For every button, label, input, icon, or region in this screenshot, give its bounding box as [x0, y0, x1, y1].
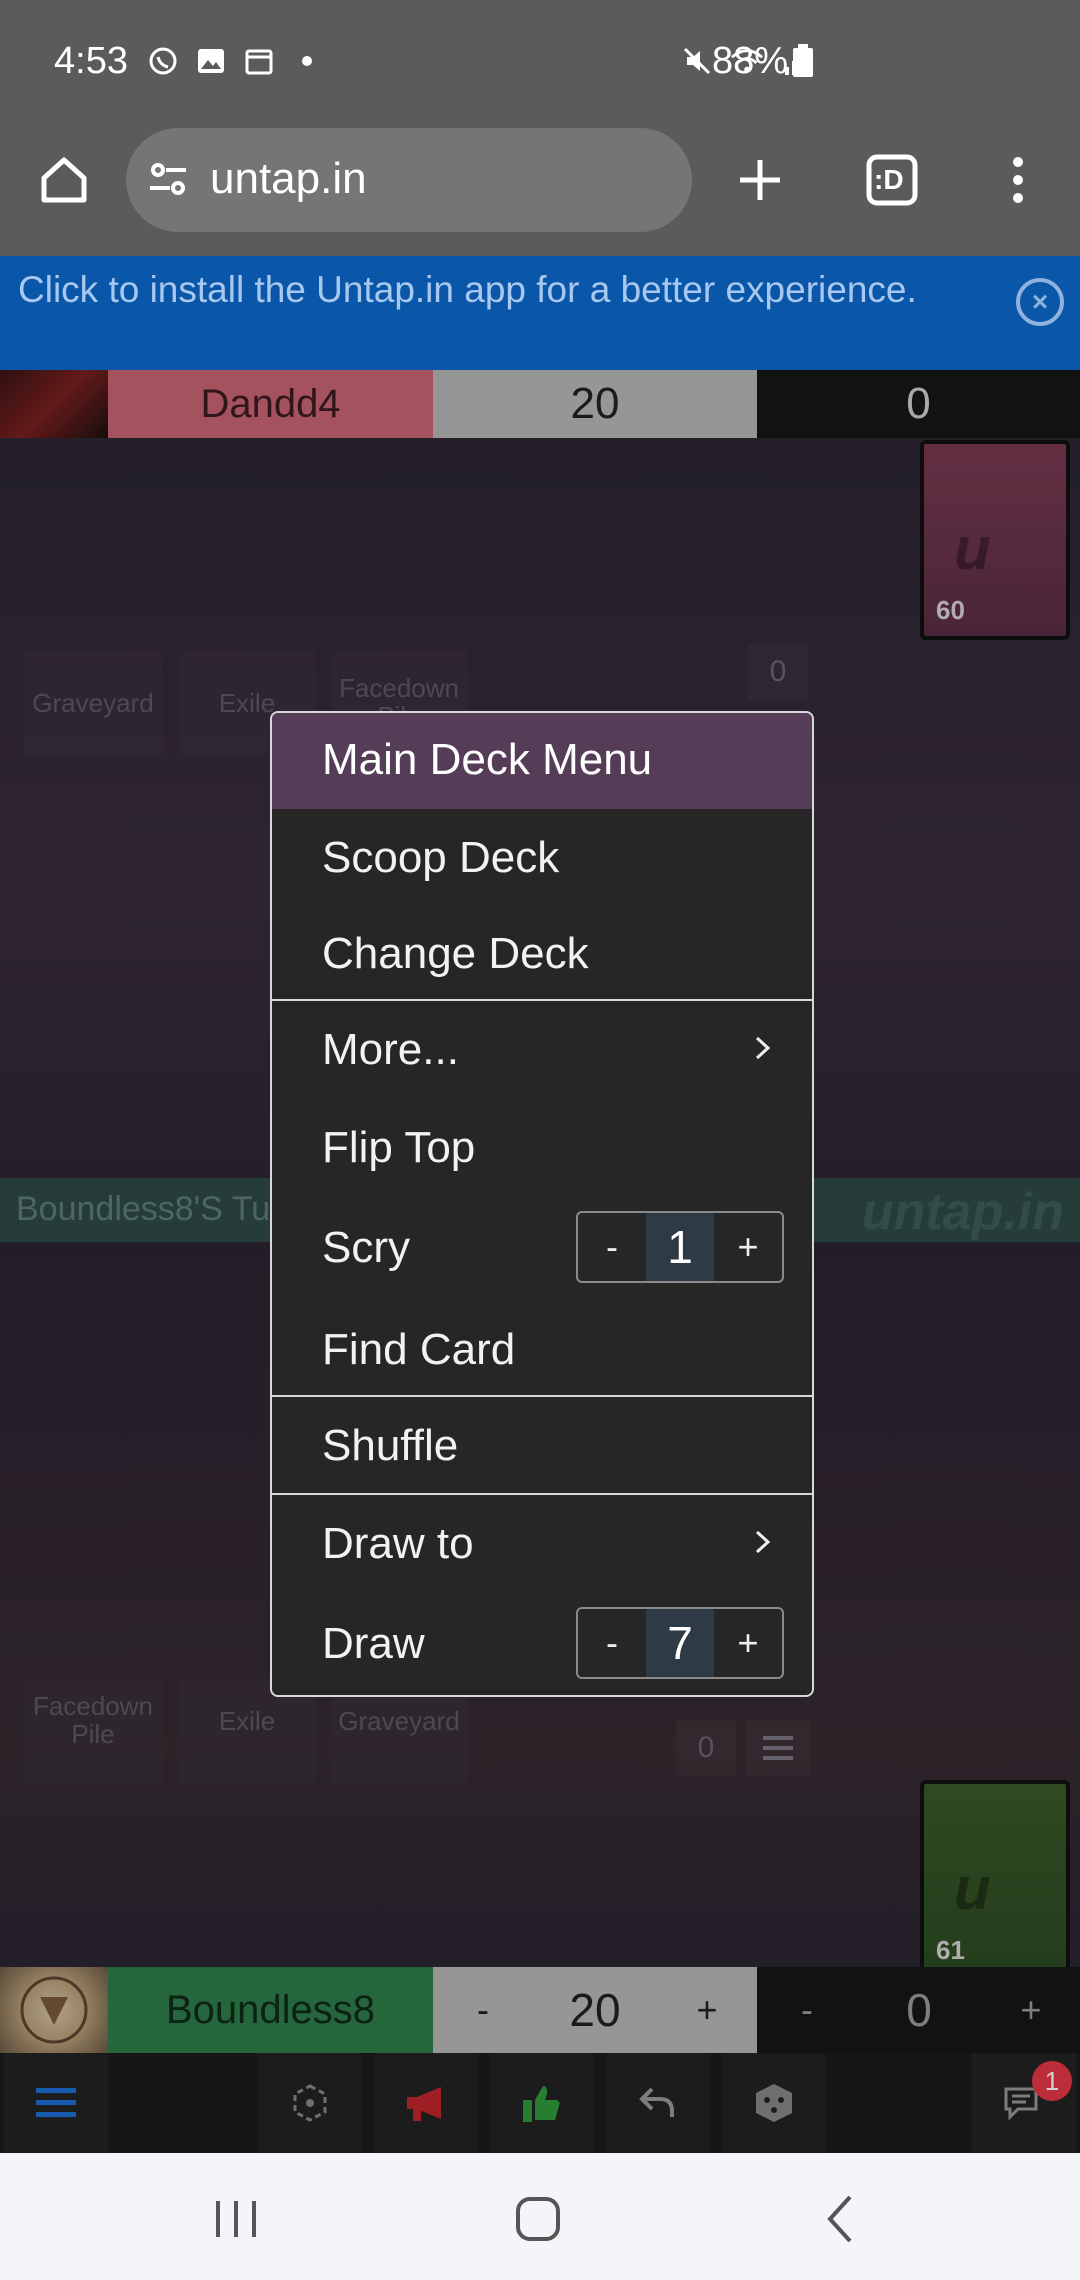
back-icon	[827, 2195, 852, 2243]
battery-icon	[786, 44, 820, 78]
back-button[interactable]	[800, 2179, 880, 2259]
browser-toolbar: untap.in :D	[0, 128, 1080, 256]
url-bar[interactable]: untap.in	[126, 128, 692, 232]
dot-icon	[290, 44, 324, 78]
menu-item-flip-top[interactable]: Flip Top	[272, 1099, 812, 1195]
plus-icon	[740, 160, 780, 200]
draw-stepper: - 7 +	[576, 1607, 784, 1679]
site-settings-icon[interactable]	[146, 158, 190, 202]
install-banner[interactable]: Click to install the Untap.in app for a …	[0, 256, 1080, 370]
recents-icon	[216, 2201, 256, 2237]
draw-value[interactable]: 7	[646, 1609, 714, 1677]
tab-count: :D	[874, 164, 904, 195]
main-deck-menu: Main Deck Menu Scoop Deck Change Deck Mo…	[270, 711, 814, 1697]
status-time: 4:53	[54, 40, 128, 82]
draw-plus-button[interactable]: +	[714, 1609, 782, 1677]
draw-minus-button[interactable]: -	[578, 1609, 646, 1677]
scry-minus-button[interactable]: -	[578, 1213, 646, 1281]
status-left-icons	[146, 44, 324, 78]
menu-item-label: Draw to	[322, 1519, 474, 1568]
browser-menu-button[interactable]	[978, 140, 1058, 220]
menu-item-scry[interactable]: Scry - 1 +	[272, 1199, 812, 1295]
menu-item-label: Draw	[322, 1619, 425, 1668]
menu-item-label: More...	[322, 1025, 459, 1074]
install-banner-text: Click to install the Untap.in app for a …	[18, 269, 917, 310]
menu-item-label: Scoop Deck	[322, 833, 560, 882]
menu-item-label: Change Deck	[322, 929, 589, 978]
menu-item-shuffle[interactable]: Shuffle	[272, 1397, 812, 1493]
home-icon	[41, 157, 87, 203]
menu-item-find-card[interactable]: Find Card	[272, 1301, 812, 1397]
menu-item-label: Flip Top	[322, 1123, 476, 1172]
scry-plus-button[interactable]: +	[714, 1213, 782, 1281]
more-vert-icon	[1013, 157, 1023, 203]
chevron-right-icon	[755, 1036, 771, 1060]
home-nav-button[interactable]	[498, 2179, 578, 2259]
menu-item-scoop-deck[interactable]: Scoop Deck	[272, 809, 812, 905]
mute-icon	[680, 44, 714, 78]
scry-stepper: - 1 +	[576, 1211, 784, 1283]
menu-item-label: Find Card	[322, 1325, 516, 1374]
calendar-icon	[242, 44, 276, 78]
system-nav-bar	[0, 2153, 1080, 2280]
url-text: untap.in	[210, 154, 367, 203]
battery-percent: 88%	[712, 40, 789, 82]
close-banner-button[interactable]: ×	[1016, 278, 1064, 326]
close-icon: ×	[1031, 286, 1049, 317]
tab-switcher-button[interactable]: :D	[852, 140, 932, 220]
menu-item-more[interactable]: More...	[272, 1001, 812, 1097]
menu-item-change-deck[interactable]: Change Deck	[272, 905, 812, 1001]
chevron-right-icon	[755, 1530, 771, 1554]
status-bar: 4:53 88%	[0, 0, 1080, 128]
menu-item-label: Shuffle	[322, 1421, 459, 1470]
menu-item-label: Scry	[322, 1223, 410, 1272]
recents-button[interactable]	[196, 2179, 276, 2259]
viber-icon	[146, 44, 180, 78]
gallery-icon	[194, 44, 228, 78]
scry-value[interactable]: 1	[646, 1213, 714, 1281]
menu-item-draw-to[interactable]: Draw to	[272, 1495, 812, 1591]
new-tab-button[interactable]	[720, 140, 800, 220]
menu-header: Main Deck Menu	[272, 713, 812, 809]
menu-title: Main Deck Menu	[322, 735, 653, 784]
home-nav-icon	[516, 2197, 560, 2241]
menu-item-draw[interactable]: Draw - 7 +	[272, 1595, 812, 1691]
home-button[interactable]	[24, 140, 104, 220]
